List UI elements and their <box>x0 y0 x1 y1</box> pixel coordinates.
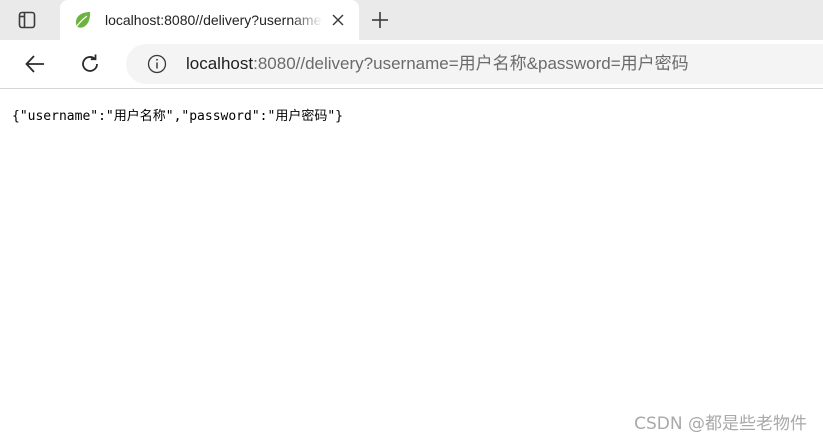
reload-button[interactable] <box>76 50 104 78</box>
reload-icon <box>82 54 98 72</box>
watermark: CSDN @都是些老物件 <box>634 414 807 434</box>
new-tab-button[interactable] <box>368 8 392 32</box>
address-bar[interactable]: localhost:8080//delivery?username=用户名称&p… <box>126 44 823 84</box>
url-text[interactable]: localhost:8080//delivery?username=用户名称&p… <box>186 44 689 84</box>
json-response-text: {"username":"用户名称","password":"用户密码"} <box>12 109 343 124</box>
tab-actions-button[interactable] <box>14 8 40 32</box>
tab-strip: localhost:8080//delivery?username=用户名称&p… <box>0 0 823 40</box>
site-info-button[interactable] <box>146 53 168 75</box>
url-path: :8080//delivery?username=用户名称&password=用… <box>253 54 689 73</box>
plus-icon <box>372 12 388 28</box>
tab-actions-icon <box>18 11 36 29</box>
tab-close-button[interactable] <box>328 10 348 30</box>
arrow-left-icon <box>25 55 44 73</box>
tab-title: localhost:8080//delivery?username=用户名称&p… <box>105 12 323 28</box>
page-content: {"username":"用户名称","password":"用户密码"} CS… <box>0 89 823 443</box>
spring-leaf-icon <box>75 12 91 28</box>
info-icon <box>147 54 167 74</box>
back-button[interactable] <box>21 50 49 78</box>
active-tab[interactable]: localhost:8080//delivery?username=用户名称&p… <box>60 0 359 40</box>
url-host: localhost <box>186 54 254 73</box>
browser-toolbar: localhost:8080//delivery?username=用户名称&p… <box>0 40 823 89</box>
close-icon <box>332 14 344 26</box>
